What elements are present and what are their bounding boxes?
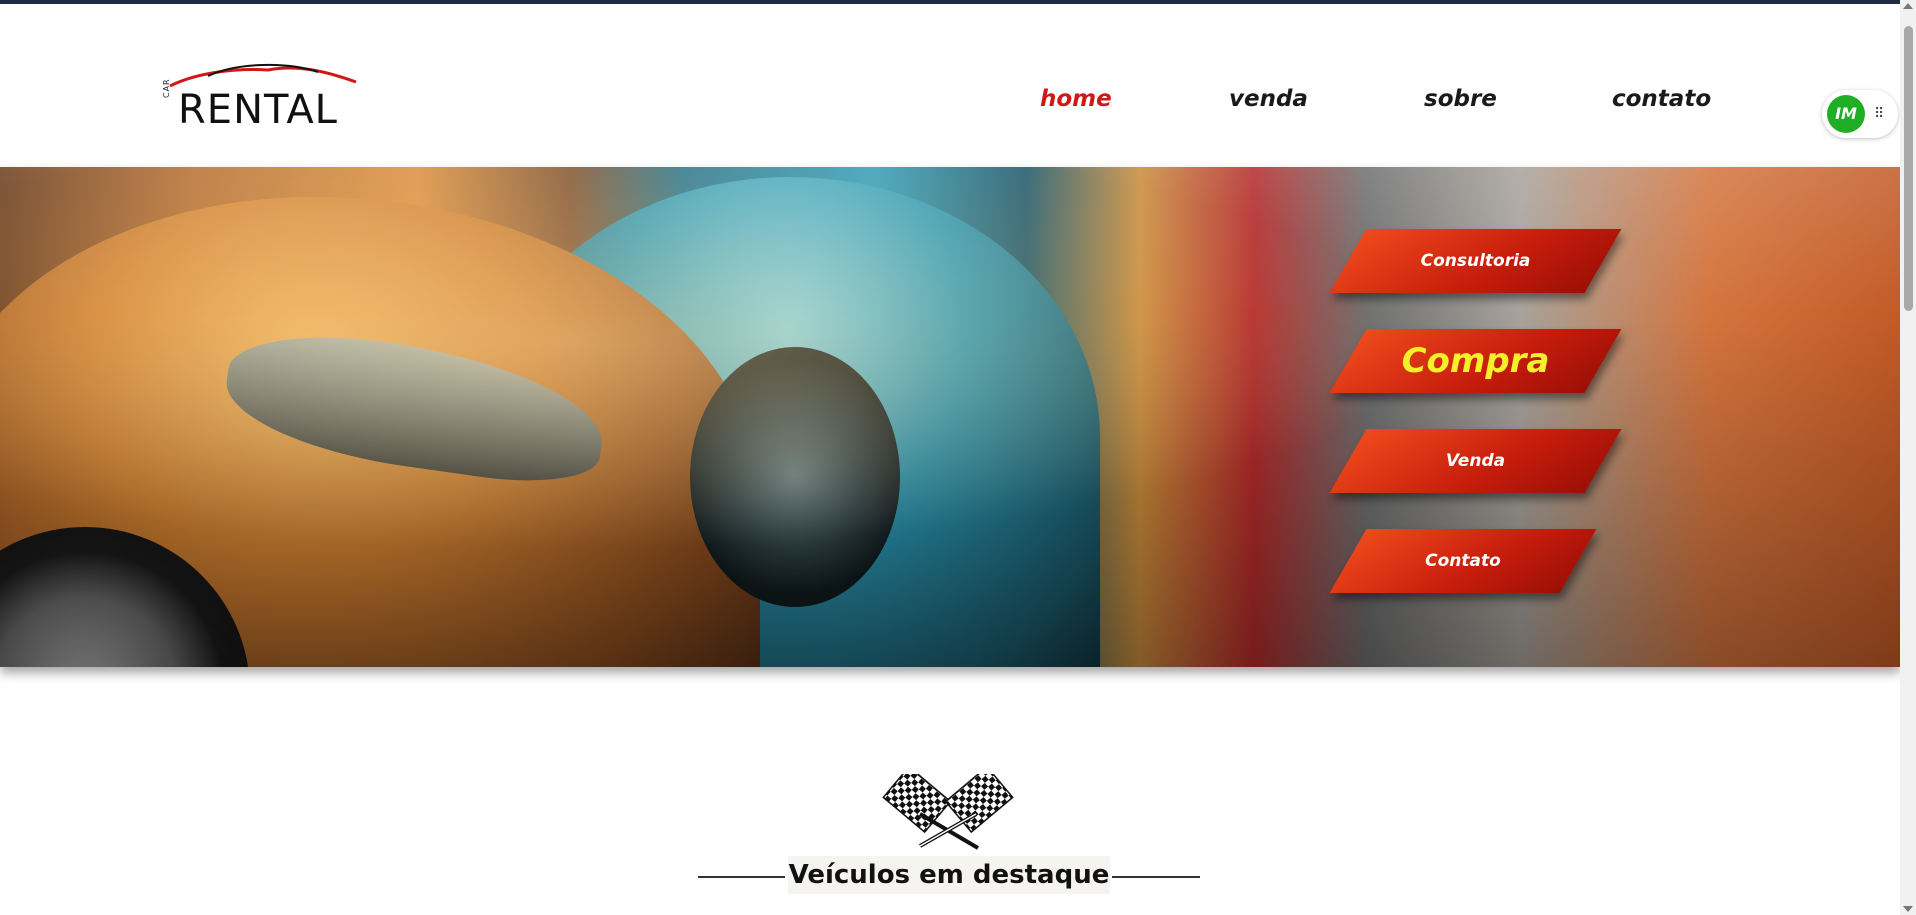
featured-title-block: Veículos em destaque xyxy=(698,856,1200,894)
hero-button-label: Contato xyxy=(1425,551,1501,571)
site-header: CAR RENTAL home venda sobre contato IM ⠿ xyxy=(0,4,1900,167)
scroll-up-arrow-icon[interactable] xyxy=(1903,3,1913,9)
divider-left xyxy=(698,876,785,878)
hero-button-label: Compra xyxy=(1401,341,1550,381)
main-nav: home venda sobre contato xyxy=(0,86,1900,126)
hero-image-lighting xyxy=(0,167,1900,667)
badge-avatar[interactable]: IM xyxy=(1827,95,1865,133)
floating-badge[interactable]: IM ⠿ xyxy=(1822,90,1898,138)
divider-right xyxy=(1112,876,1200,878)
nav-contato[interactable]: contato xyxy=(1612,86,1711,112)
scrollbar-thumb[interactable] xyxy=(1904,26,1913,311)
hero-button-label: Venda xyxy=(1445,451,1506,471)
hero-button-venda[interactable]: Venda xyxy=(1329,429,1622,493)
nav-sobre[interactable]: sobre xyxy=(1424,86,1497,112)
checkered-flags-icon xyxy=(882,774,1014,850)
drag-grip-icon[interactable]: ⠿ xyxy=(1874,107,1884,121)
hero-button-compra[interactable]: Compra xyxy=(1329,329,1622,393)
nav-venda[interactable]: venda xyxy=(1229,86,1308,112)
hero-button-consultoria[interactable]: Consultoria xyxy=(1329,229,1622,293)
featured-title: Veículos em destaque xyxy=(788,856,1110,894)
scroll-down-arrow-icon[interactable] xyxy=(1903,906,1913,912)
hero-button-contato[interactable]: Contato xyxy=(1329,529,1597,593)
page-scrollbar[interactable] xyxy=(1900,0,1916,915)
hero-button-label: Consultoria xyxy=(1420,251,1531,271)
hero-banner: Consultoria Compra Venda Contato xyxy=(0,167,1900,667)
featured-section: Veículos em destaque xyxy=(0,760,1900,915)
nav-home[interactable]: home xyxy=(1040,86,1112,112)
